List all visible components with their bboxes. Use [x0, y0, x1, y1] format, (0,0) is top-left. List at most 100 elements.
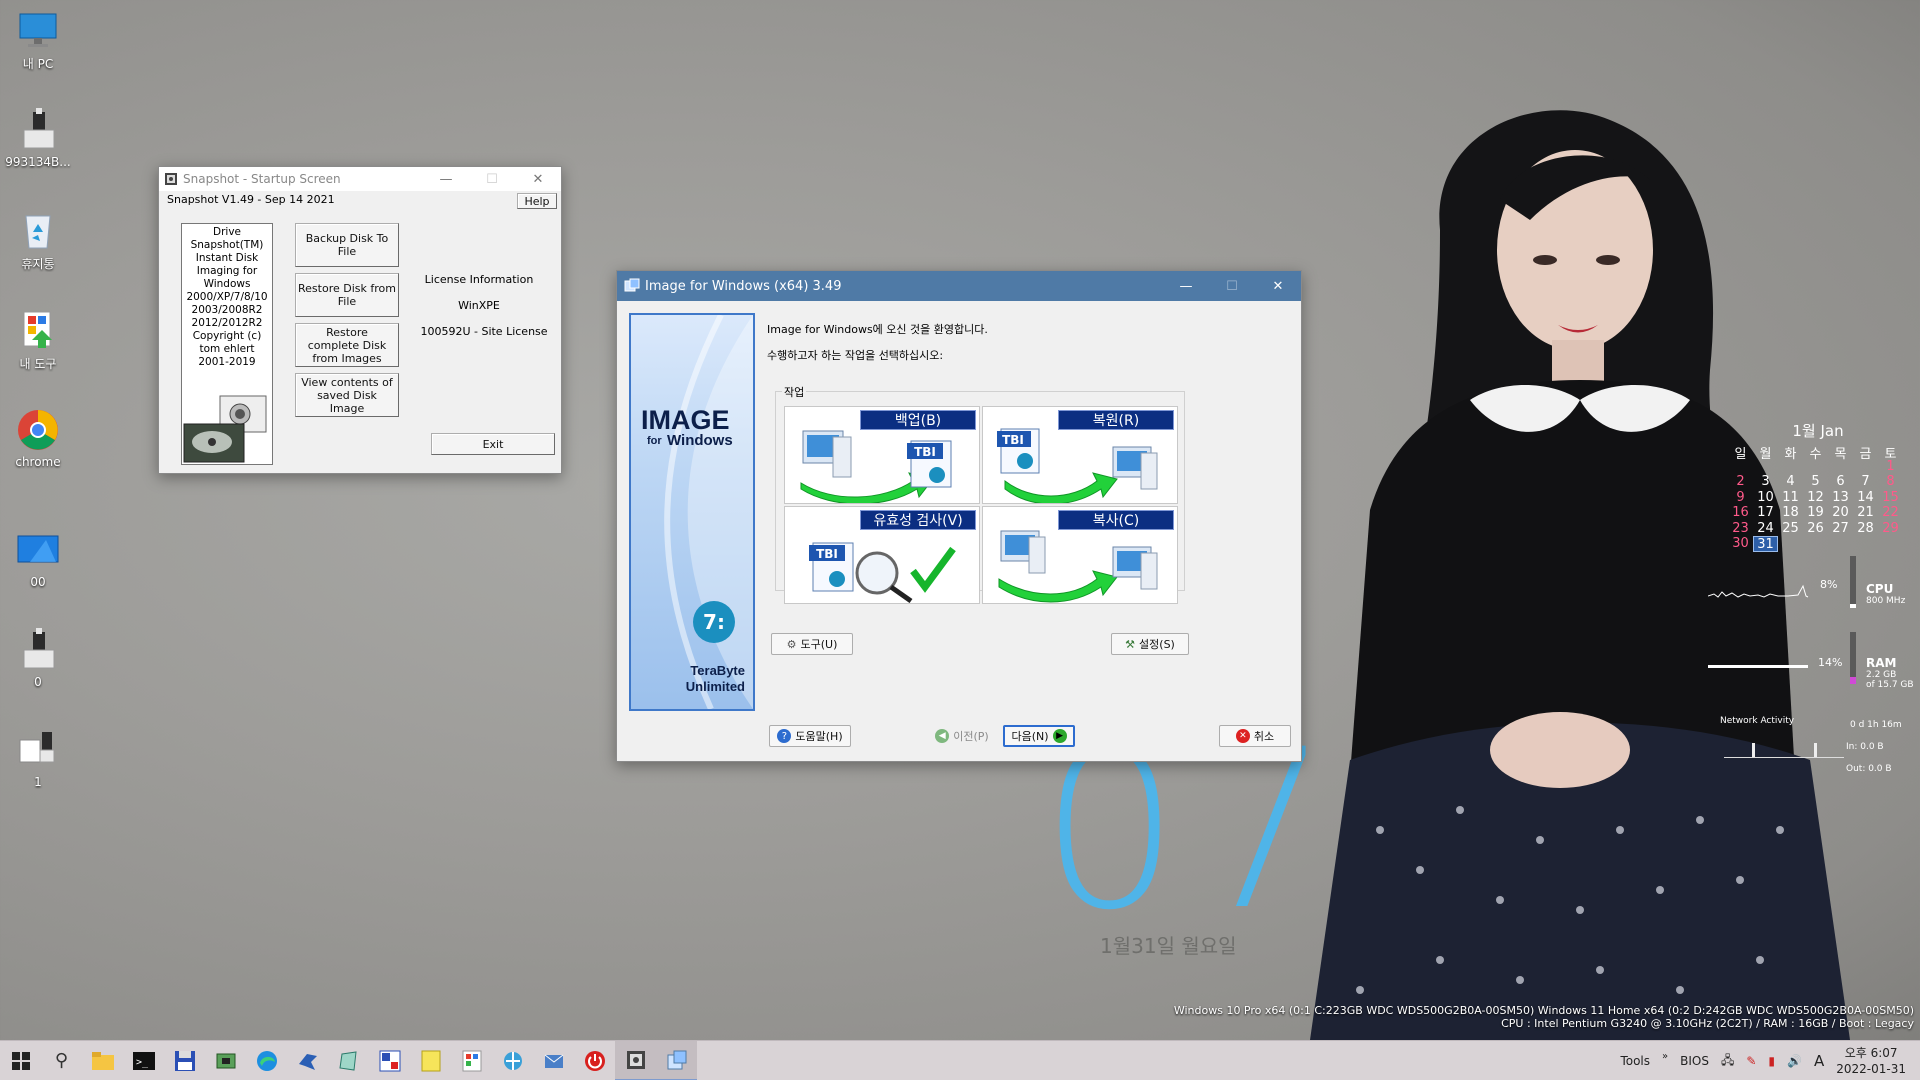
ram-total: of 15.7 GB: [1866, 680, 1914, 690]
desktop-icon-0[interactable]: 0: [4, 628, 72, 689]
desktop-icon-my-tools[interactable]: 내 도구: [4, 308, 72, 372]
desktop-icon-this-pc[interactable]: 내 PC: [4, 8, 72, 72]
image-for-windows-window[interactable]: Image for Windows (x64) 3.49 — ☐ ✕ IMAGE…: [616, 270, 1302, 762]
calendar-day: 24: [1757, 520, 1774, 536]
monitor-icon: [16, 8, 60, 52]
help-button[interactable]: ? 도움말(H): [769, 725, 851, 747]
calendar-day: [1803, 536, 1828, 552]
tray-bios-label[interactable]: BIOS: [1680, 1054, 1709, 1068]
exit-button[interactable]: Exit: [431, 433, 555, 455]
tray-tools-label[interactable]: Tools: [1620, 1054, 1650, 1068]
network-icon[interactable]: 🖧: [1721, 1051, 1734, 1072]
previous-button[interactable]: ◀ 이전(P): [929, 725, 995, 747]
forward-arrow-icon: ▶: [1052, 729, 1067, 743]
snapshot-about-panel: Drive Snapshot(TM) Instant Disk Imaging for…: [181, 223, 273, 465]
restore-illustration-icon: TBI: [997, 428, 1158, 503]
calendar-day: 30: [1732, 536, 1749, 551]
about-line: Windows: [203, 278, 251, 290]
chevron-up-icon[interactable]: »: [1662, 1051, 1668, 1062]
taskbar-save-tool[interactable]: [164, 1041, 205, 1080]
calendar-day: 1: [1886, 458, 1895, 474]
desktop-icon-label: 0: [34, 675, 42, 689]
validate-tile[interactable]: 유효성 검사(V) TBI: [784, 506, 980, 604]
help-button-label: 도움말(H): [795, 730, 843, 743]
taskbar-snapshot[interactable]: [615, 1040, 656, 1080]
calendar-day: [1778, 536, 1803, 552]
ifw-instruction-text: 수행하고자 하는 작업을 선택하십시오:: [767, 349, 944, 362]
taskbar-search[interactable]: ⚲: [41, 1041, 82, 1080]
close-icon[interactable]: ✕: [1255, 271, 1301, 301]
calendar-day: 22: [1882, 505, 1899, 520]
taskbar-app-4[interactable]: [410, 1041, 451, 1080]
taskbar-app-5[interactable]: [451, 1041, 492, 1080]
network-in: In: 0.0 B: [1846, 742, 1884, 752]
taskbar-power[interactable]: [574, 1041, 615, 1080]
desktop-icon-label: 내 도구: [19, 357, 57, 371]
backup-tile[interactable]: 백업(B) TBI: [784, 406, 980, 504]
about-line: tom ehlert: [199, 343, 255, 355]
calendar-day: 28: [1857, 520, 1874, 536]
restore-tile[interactable]: 복원(R) TBI: [982, 406, 1178, 504]
settings-button[interactable]: ⚒ 설정(S): [1111, 633, 1189, 655]
snapshot-window[interactable]: Snapshot - Startup Screen — ☐ ✕ Snapshot…: [158, 166, 562, 474]
taskbar-file-explorer[interactable]: [82, 1041, 123, 1080]
cpu-graph: [1708, 584, 1809, 598]
restore-disk-button[interactable]: Restore Disk from File: [295, 273, 399, 317]
snapshot-app-icon: [163, 171, 179, 187]
ram-level-bar: [1850, 632, 1856, 684]
tray-clock[interactable]: 오후 6:07 2022-01-31: [1836, 1045, 1906, 1077]
taskbar-app-3[interactable]: [369, 1041, 410, 1080]
start-button[interactable]: [0, 1041, 41, 1080]
tools-button[interactable]: ⚙ 도구(U): [771, 633, 853, 655]
desktop-icon-1[interactable]: 1: [4, 728, 72, 789]
taskbar-hardware-tool[interactable]: [205, 1041, 246, 1080]
cancel-button[interactable]: ✕ 취소: [1219, 725, 1291, 747]
taskbar-app-6[interactable]: [492, 1041, 533, 1080]
minimize-icon[interactable]: —: [423, 167, 469, 191]
ifw-taskbar-icon: [667, 1050, 686, 1069]
snapshot-titlebar[interactable]: Snapshot - Startup Screen — ☐ ✕: [159, 167, 561, 191]
next-button[interactable]: 다음(N) ▶: [1003, 725, 1075, 747]
backup-disk-button[interactable]: Backup Disk To File: [295, 223, 399, 267]
camera-disk-icon: [183, 395, 267, 463]
volume-icon[interactable]: 🔊: [1787, 1054, 1802, 1068]
calendar-day: 15: [1882, 489, 1899, 505]
search-icon: ⚲: [54, 1050, 69, 1071]
calendar-week-row: 9 10 11 12 13 14 15: [1728, 490, 1908, 506]
calendar-weekday: 토: [1884, 447, 1897, 462]
desktop-icon-recycle-bin[interactable]: 휴지통: [4, 208, 72, 272]
ime-indicator[interactable]: A: [1814, 1052, 1824, 1070]
desktop-icon-shortcut-1[interactable]: 993134B...: [4, 108, 72, 169]
calendar-day: 2: [1736, 474, 1745, 489]
calendar-weekday: 화: [1784, 447, 1797, 462]
close-icon[interactable]: ✕: [515, 167, 561, 191]
calendar-week-row: 16 17 18 19 20 21 22: [1728, 505, 1908, 521]
ifw-titlebar[interactable]: Image for Windows (x64) 3.49 — ☐ ✕: [617, 271, 1301, 301]
battery-icon[interactable]: ▮: [1768, 1054, 1775, 1068]
pen-icon[interactable]: ✎: [1746, 1054, 1756, 1068]
minimize-icon[interactable]: —: [1163, 271, 1209, 301]
calendar-day: 6: [1836, 474, 1845, 489]
about-line: 2012/2012R2: [191, 317, 263, 329]
calendar-weekday: 목: [1834, 447, 1847, 462]
taskbar-app-2[interactable]: [328, 1041, 369, 1080]
copy-tile[interactable]: 복사(C): [982, 506, 1178, 604]
system-info: Windows 10 Pro x64 (0:1 C:223GB WDC WDS5…: [1174, 1004, 1914, 1030]
desktop-icon-00[interactable]: 00: [4, 528, 72, 589]
network-out: Out: 0.0 B: [1846, 764, 1892, 774]
taskbar-app-7[interactable]: [533, 1041, 574, 1080]
maximize-icon[interactable]: ☐: [1209, 271, 1255, 301]
maximize-icon[interactable]: ☐: [469, 167, 515, 191]
view-contents-button[interactable]: View contents of saved Disk Image: [295, 373, 399, 417]
banner-swoosh-graphic: [664, 315, 753, 709]
desktop-icon-chrome[interactable]: chrome: [4, 408, 72, 469]
desktop-big-date: 1월31일 월요일: [1100, 934, 1237, 958]
logo-company: TeraByte Unlimited: [686, 663, 745, 695]
taskbar-edge[interactable]: [246, 1041, 287, 1080]
taskbar-app-1[interactable]: [287, 1041, 328, 1080]
restore-complete-disk-button[interactable]: Restore complete Disk from Images: [295, 323, 399, 367]
taskbar-image-for-windows[interactable]: [656, 1040, 697, 1080]
taskbar-terminal[interactable]: >_: [123, 1041, 164, 1080]
help-button[interactable]: Help: [517, 193, 557, 209]
calendar-weekday-row: 일 월 화 수 목 금 토: [1728, 443, 1908, 462]
